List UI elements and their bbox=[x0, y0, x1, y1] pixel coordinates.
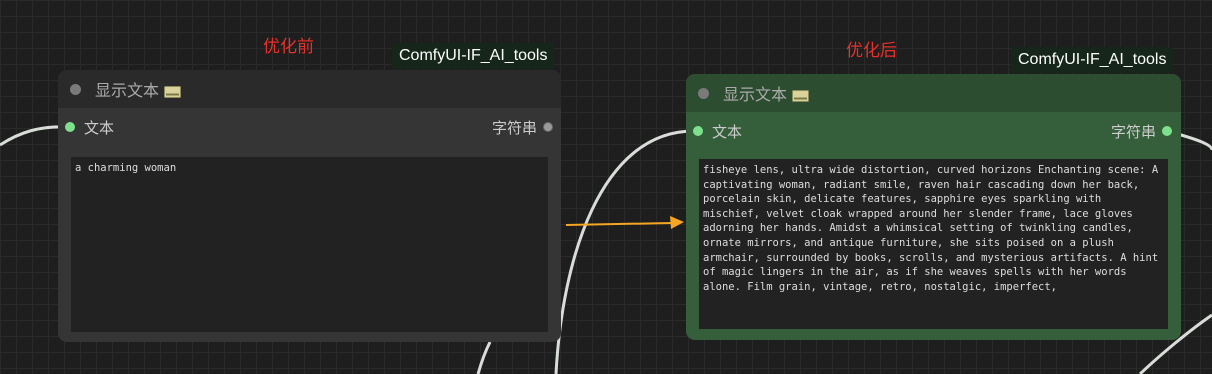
show-text-node-before[interactable]: 显示文本 文本 字符串 a charming woman bbox=[58, 70, 561, 342]
node-title-bar[interactable]: 显示文本 bbox=[58, 70, 561, 108]
node-source-badge: ComfyUI-IF_AI_tools bbox=[1011, 47, 1174, 73]
show-text-node-after[interactable]: 显示文本 文本 字符串 fisheye lens, ultra wide dis… bbox=[686, 74, 1181, 340]
link-left-bottom bbox=[476, 341, 492, 374]
input-slot-label: 文本 bbox=[712, 122, 743, 141]
text-display-area[interactable]: a charming woman bbox=[71, 157, 548, 332]
node-title-bar[interactable]: 显示文本 bbox=[686, 74, 1181, 112]
output-slot-label: 字符串 bbox=[1110, 122, 1156, 141]
link-into-left-node bbox=[0, 125, 67, 147]
output-slot-label: 字符串 bbox=[491, 118, 537, 137]
output-slot-dot[interactable] bbox=[1162, 126, 1172, 136]
input-slot-dot[interactable] bbox=[693, 126, 703, 136]
text-display-area[interactable]: fisheye lens, ultra wide distortion, cur… bbox=[699, 159, 1168, 329]
node-source-badge: ComfyUI-IF_AI_tools bbox=[392, 43, 555, 69]
caption-after: 优化后 bbox=[846, 41, 897, 61]
collapse-dot-icon[interactable] bbox=[698, 87, 709, 99]
input-slot-dot[interactable] bbox=[65, 122, 75, 132]
node-title: 显示文本 bbox=[95, 81, 160, 100]
input-slot-label: 文本 bbox=[84, 118, 115, 137]
output-slot-dot[interactable] bbox=[543, 122, 553, 132]
caption-before: 优化前 bbox=[263, 37, 314, 57]
link-into-right-node bbox=[554, 129, 695, 374]
monitor-icon bbox=[164, 83, 182, 98]
node-title: 显示文本 bbox=[723, 85, 788, 104]
monitor-icon bbox=[792, 87, 810, 102]
collapse-dot-icon[interactable] bbox=[70, 83, 81, 95]
